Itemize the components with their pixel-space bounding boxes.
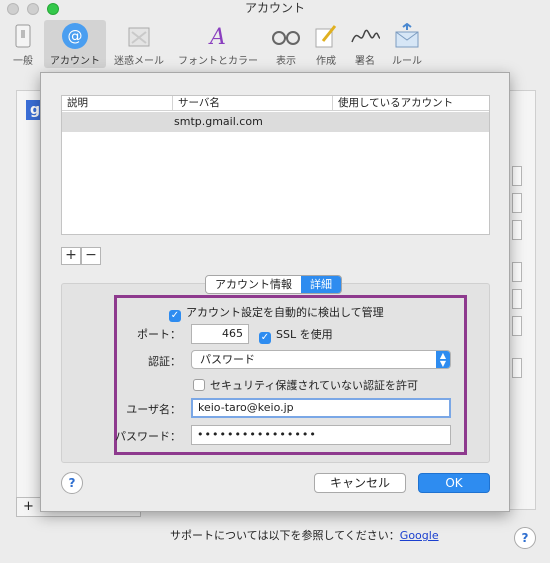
ssl-option[interactable]: ✓ SSL を使用 (259, 326, 333, 344)
glasses-icon (271, 22, 301, 50)
background-field (512, 193, 522, 213)
background-help-button[interactable]: ? (514, 527, 536, 549)
preferences-toolbar: 一般 @ アカウント 迷惑メール A フォントとカラー 表示 作成 署名 ルール (0, 18, 550, 70)
settings-tabs: アカウント情報 詳細 (205, 275, 342, 294)
junk-icon (124, 22, 154, 50)
auto-detect-label: アカウント設定を自動的に検出して管理 (186, 306, 384, 319)
toolbar-fonts-colors[interactable]: A フォントとカラー (172, 20, 264, 68)
compose-icon (311, 22, 341, 50)
tab-account-info[interactable]: アカウント情報 (206, 276, 301, 293)
general-icon (8, 22, 38, 50)
ok-button[interactable]: OK (418, 473, 490, 493)
background-field (512, 358, 522, 378)
toolbar-view[interactable]: 表示 (268, 20, 304, 68)
password-label: パスワード： (115, 430, 181, 443)
toolbar-compose[interactable]: 作成 (308, 20, 344, 68)
rules-icon (392, 22, 422, 50)
google-support-link[interactable]: Google (400, 529, 439, 542)
column-server-name[interactable]: サーバ名 (172, 96, 332, 110)
add-server-button[interactable]: + (61, 247, 81, 265)
checkbox-icon (193, 379, 205, 391)
add-account-button[interactable]: + (23, 499, 34, 514)
table-row[interactable]: smtp.gmail.com (62, 112, 489, 132)
background-field (512, 316, 522, 336)
svg-text:A: A (208, 25, 226, 49)
help-button[interactable]: ? (61, 472, 83, 494)
allow-insecure-auth-label: セキュリティ保護されていない認証を許可 (210, 379, 419, 392)
remove-server-button[interactable]: − (81, 247, 101, 265)
support-label: サポートについては以下を参照してください： (170, 529, 400, 542)
ssl-label: SSL を使用 (276, 328, 333, 341)
background-field (512, 166, 522, 186)
username-label: ユーザ名： (126, 403, 181, 416)
allow-insecure-auth-option[interactable]: セキュリティ保護されていない認証を許可 (193, 377, 418, 393)
support-text: サポートについては以下を参照してください：Google (170, 527, 439, 543)
server-name-cell: smtp.gmail.com (174, 115, 263, 128)
checkmark-icon: ✓ (169, 310, 181, 322)
close-window-button[interactable] (7, 3, 19, 15)
zoom-window-button[interactable] (47, 3, 59, 15)
background-field (512, 262, 522, 282)
auth-label: 認証： (148, 355, 181, 368)
toolbar-accounts[interactable]: @ アカウント (44, 20, 106, 68)
svg-text:@: @ (68, 27, 83, 45)
column-description[interactable]: 説明 (62, 96, 172, 110)
window-title: アカウント (244, 1, 305, 15)
cancel-button[interactable]: キャンセル (314, 473, 406, 493)
toolbar-rules[interactable]: ルール (388, 20, 426, 68)
toolbar-junk[interactable]: 迷惑メール (110, 20, 168, 68)
tab-advanced[interactable]: 詳細 (301, 276, 341, 293)
auto-detect-option[interactable]: ✓ アカウント設定を自動的に検出して管理 (169, 304, 384, 322)
column-using-accounts[interactable]: 使用しているアカウント (332, 96, 490, 110)
background-field (512, 289, 522, 309)
password-field[interactable]: •••••••••••••••• (191, 425, 451, 445)
auth-select[interactable]: パスワード ▲ ▼ (191, 350, 451, 369)
username-field[interactable]: keio-taro@keio.jp (191, 398, 451, 418)
font-color-icon: A (203, 22, 233, 50)
minimize-window-button[interactable] (27, 3, 39, 15)
background-field (512, 220, 522, 240)
smtp-server-table: 説明 サーバ名 使用しているアカウント smtp.gmail.com (61, 95, 490, 235)
chevron-updown-icon: ▲ ▼ (436, 351, 450, 368)
signature-icon (350, 22, 380, 50)
toolbar-signatures[interactable]: 署名 (346, 20, 384, 68)
window-title-bar: アカウント (0, 0, 550, 18)
toolbar-general[interactable]: 一般 (6, 20, 40, 68)
smtp-server-sheet: 説明 サーバ名 使用しているアカウント smtp.gmail.com + − ア… (40, 72, 510, 512)
table-header: 説明 サーバ名 使用しているアカウント (62, 96, 489, 111)
at-sign-icon: @ (60, 22, 90, 50)
checkmark-icon: ✓ (259, 332, 271, 344)
auth-select-value: パスワード (200, 353, 255, 366)
port-label: ポート： (137, 328, 181, 341)
port-field[interactable]: 465 (191, 324, 249, 344)
